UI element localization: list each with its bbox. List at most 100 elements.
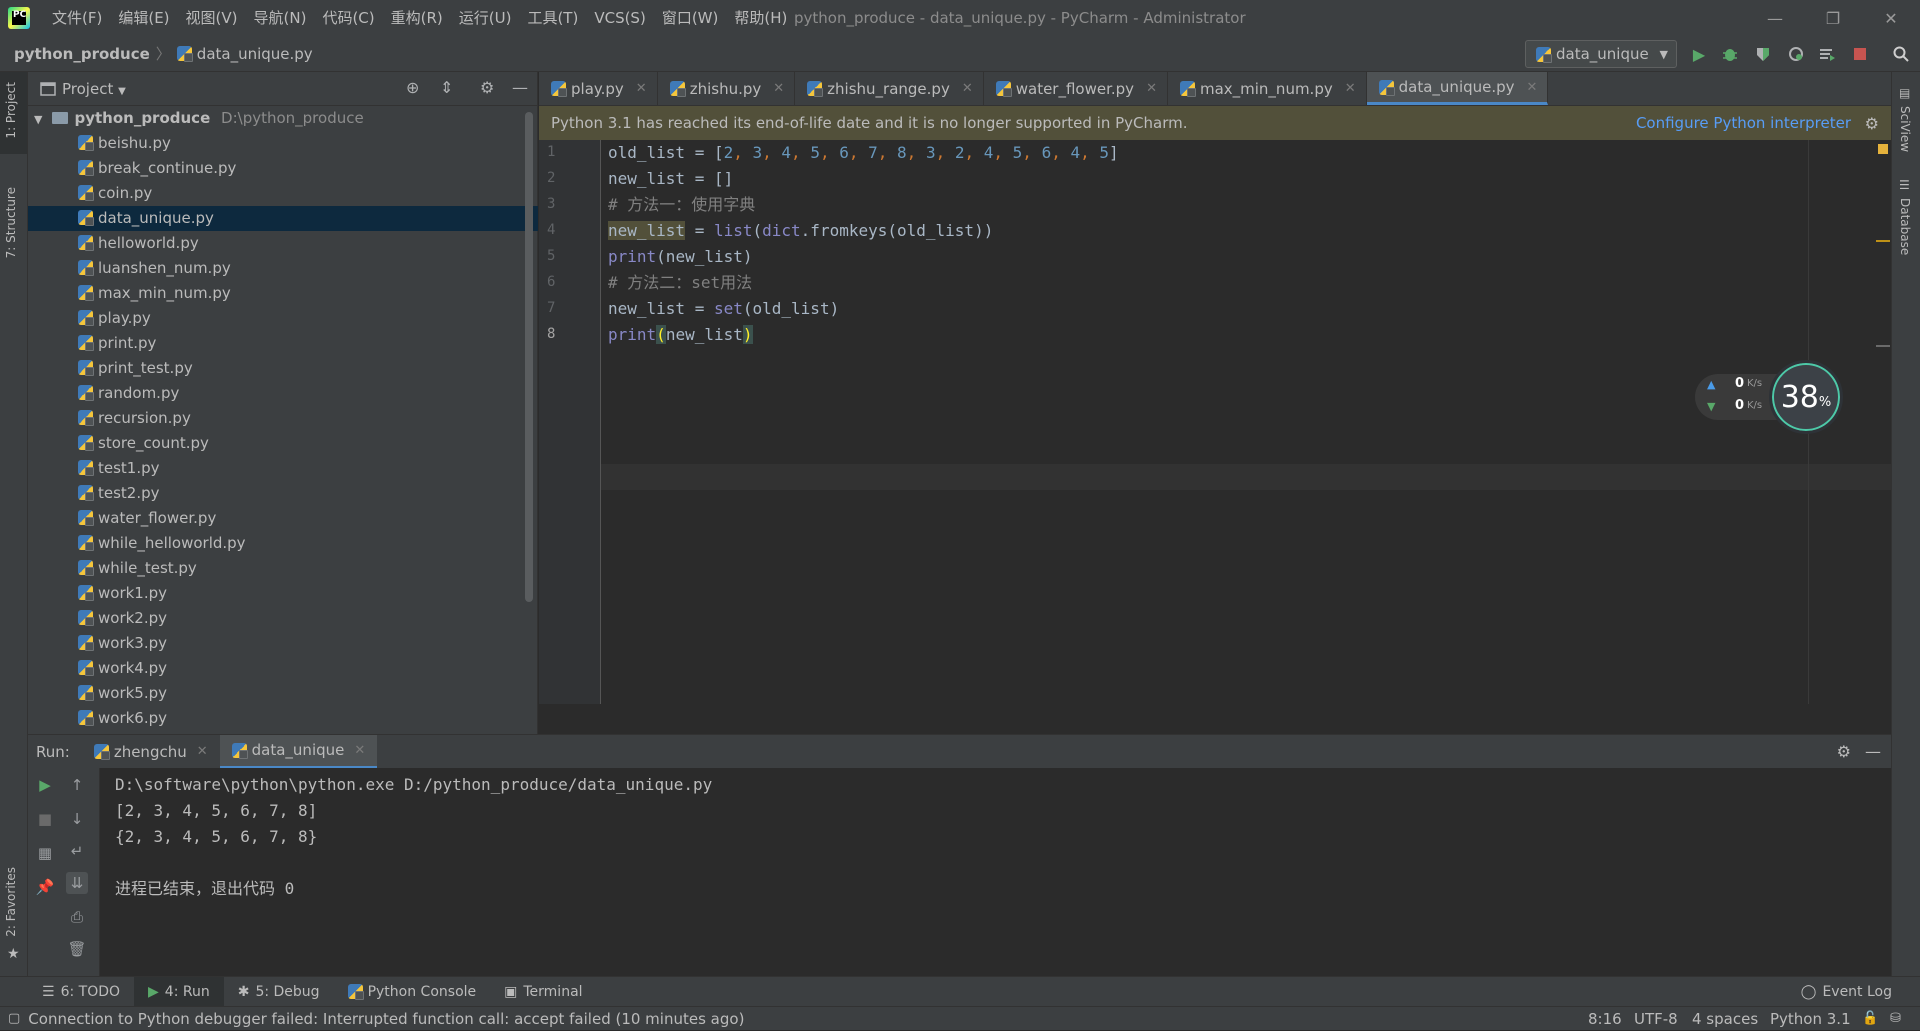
gear-icon[interactable]: ⚙ (480, 78, 494, 97)
favorites-tool-tab[interactable]: 2: Favorites (4, 867, 18, 937)
memory-indicator-icon[interactable]: ⛁ (1890, 1007, 1901, 1031)
python-console-tool-tab[interactable]: Python Console (334, 977, 491, 1007)
run-button[interactable]: ▶ (1688, 43, 1710, 65)
search-everywhere-button[interactable] (1890, 43, 1912, 65)
tree-file-item[interactable]: while_test.py (28, 556, 538, 581)
error-stripe-mark[interactable] (1876, 345, 1890, 347)
event-log-tool-tab[interactable]: ◯ Event Log (1787, 977, 1906, 1007)
minimize-button[interactable]: — (1746, 0, 1804, 36)
gear-icon[interactable]: ⚙ (1865, 114, 1879, 133)
tree-file-item[interactable]: store_count.py (28, 431, 538, 456)
profile-button[interactable] (1785, 43, 1807, 65)
restore-button[interactable]: ❐ (1804, 0, 1862, 36)
tree-file-item[interactable]: test2.py (28, 481, 538, 506)
close-icon[interactable]: ✕ (1527, 80, 1538, 95)
close-icon[interactable]: ✕ (773, 81, 784, 96)
indent-setting[interactable]: 4 spaces (1692, 1007, 1758, 1031)
rerun-icon[interactable]: ▶ (34, 774, 56, 796)
arrow-up-icon[interactable]: ↑ (66, 774, 88, 796)
tree-file-item[interactable]: max_min_num.py (28, 281, 538, 306)
file-encoding[interactable]: UTF-8 (1634, 1007, 1678, 1031)
tree-file-item[interactable]: print.py (28, 331, 538, 356)
run-tab[interactable]: data_unique ✕ (219, 734, 378, 769)
close-window-button[interactable]: ✕ (1862, 0, 1920, 36)
tree-scrollbar[interactable] (525, 112, 533, 602)
tree-file-item[interactable]: work1.py (28, 581, 538, 606)
caret-position[interactable]: 8:16 (1588, 1007, 1622, 1031)
gear-icon[interactable]: ⚙ (1837, 742, 1851, 761)
cpu-usage-gauge[interactable]: 38% (1769, 360, 1843, 434)
menu-file[interactable]: 文件(F) (44, 0, 110, 36)
terminal-tool-tab[interactable]: ▣ Terminal (490, 977, 596, 1007)
editor-tab[interactable]: water_flower.py ✕ (984, 72, 1168, 105)
todo-tool-tab[interactable]: ☰ 6: TODO (28, 977, 134, 1007)
tree-file-item[interactable]: coin.py (28, 181, 538, 206)
tree-file-item[interactable]: luanshen_num.py (28, 256, 538, 281)
editor-tab[interactable]: zhishu.py ✕ (658, 72, 796, 105)
menu-refactor[interactable]: 重构(R) (383, 0, 451, 36)
breadcrumb-project[interactable]: python_produce (14, 45, 150, 63)
locate-icon[interactable]: ⊕ (406, 78, 419, 97)
soft-wrap-icon[interactable]: ↵ (66, 840, 88, 862)
stop-button[interactable] (1849, 43, 1871, 65)
close-icon[interactable]: ✕ (197, 744, 208, 759)
print-icon[interactable]: ⎙ (66, 906, 88, 928)
tree-file-item[interactable]: random.py (28, 381, 538, 406)
menu-tools[interactable]: 工具(T) (519, 0, 586, 36)
menu-window[interactable]: 窗口(W) (654, 0, 727, 36)
tree-file-item[interactable]: test1.py (28, 456, 538, 481)
tree-file-item[interactable]: helloworld.py (28, 231, 538, 256)
concurrency-button[interactable] (1816, 43, 1838, 65)
status-message[interactable]: Connection to Python debugger failed: In… (28, 1010, 744, 1028)
sciview-tool-tab[interactable]: SciView (1898, 106, 1912, 152)
project-view-selector[interactable]: Project ▼ (62, 80, 126, 98)
hide-panel-icon[interactable]: — (512, 78, 528, 97)
menu-help[interactable]: 帮助(H) (726, 0, 795, 36)
error-stripe-mark[interactable] (1876, 240, 1890, 242)
close-icon[interactable]: ✕ (962, 81, 973, 96)
close-icon[interactable]: ✕ (636, 81, 647, 96)
scroll-to-end-icon[interactable]: ⇊ (66, 872, 88, 894)
editor-tab[interactable]: data_unique.py ✕ (1366, 72, 1549, 105)
toggle-tool-windows-icon[interactable]: ▢ (8, 1011, 20, 1026)
tree-file-item[interactable]: play.py (28, 306, 538, 331)
tree-file-item[interactable]: data_unique.py (28, 206, 538, 231)
lock-icon[interactable]: 🔓 (1862, 1007, 1878, 1031)
structure-tool-tab[interactable]: 7: Structure (4, 187, 18, 258)
close-icon[interactable]: ✕ (1345, 81, 1356, 96)
menu-run[interactable]: 运行(U) (451, 0, 520, 36)
run-tab[interactable]: zhengchu ✕ (82, 735, 220, 769)
run-config-selector[interactable]: data_unique ▼ (1525, 40, 1677, 68)
editor-tab[interactable]: max_min_num.py ✕ (1168, 72, 1367, 105)
tree-file-item[interactable]: while_helloworld.py (28, 531, 538, 556)
menu-code[interactable]: 代码(C) (314, 0, 382, 36)
debug-tool-tab[interactable]: ✱ 5: Debug (224, 977, 334, 1007)
hide-panel-icon[interactable]: — (1865, 742, 1881, 761)
stop-icon[interactable]: ■ (34, 808, 56, 830)
menu-navigate[interactable]: 导航(N) (246, 0, 315, 36)
tree-file-item[interactable]: break_continue.py (28, 156, 538, 181)
tree-file-item[interactable]: work6.py (28, 706, 538, 731)
run-console[interactable]: D:\software\python\python.exe D:/python_… (100, 768, 1891, 976)
coverage-button[interactable] (1752, 43, 1774, 65)
interpreter-selector[interactable]: Python 3.1 (1770, 1007, 1851, 1031)
editor-tab[interactable]: play.py ✕ (539, 72, 658, 105)
collapse-all-icon[interactable]: ⇕ (440, 78, 453, 97)
close-icon[interactable]: ✕ (354, 743, 365, 758)
arrow-down-icon[interactable]: ↓ (66, 808, 88, 830)
project-tool-tab[interactable]: 1: Project (4, 82, 18, 139)
tree-root-folder[interactable]: ▼ python_produce D:\python_produce (28, 106, 538, 131)
database-tool-tab[interactable]: Database (1898, 198, 1912, 255)
editor-tab[interactable]: zhishu_range.py ✕ (795, 72, 984, 105)
pin-icon[interactable]: 📌 (34, 876, 56, 898)
inspection-status-icon[interactable] (1878, 144, 1888, 154)
breadcrumb-file[interactable]: data_unique.py (176, 45, 313, 63)
debug-button[interactable] (1719, 43, 1741, 65)
close-icon[interactable]: ✕ (1146, 81, 1157, 96)
menu-vcs[interactable]: VCS(S) (586, 0, 653, 36)
trash-icon[interactable]: 🗑 (66, 938, 88, 960)
menu-edit[interactable]: 编辑(E) (110, 0, 177, 36)
run-tool-tab[interactable]: ▶ 4: Run (134, 976, 224, 1007)
tree-file-item[interactable]: work4.py (28, 656, 538, 681)
tree-file-item[interactable]: work5.py (28, 681, 538, 706)
